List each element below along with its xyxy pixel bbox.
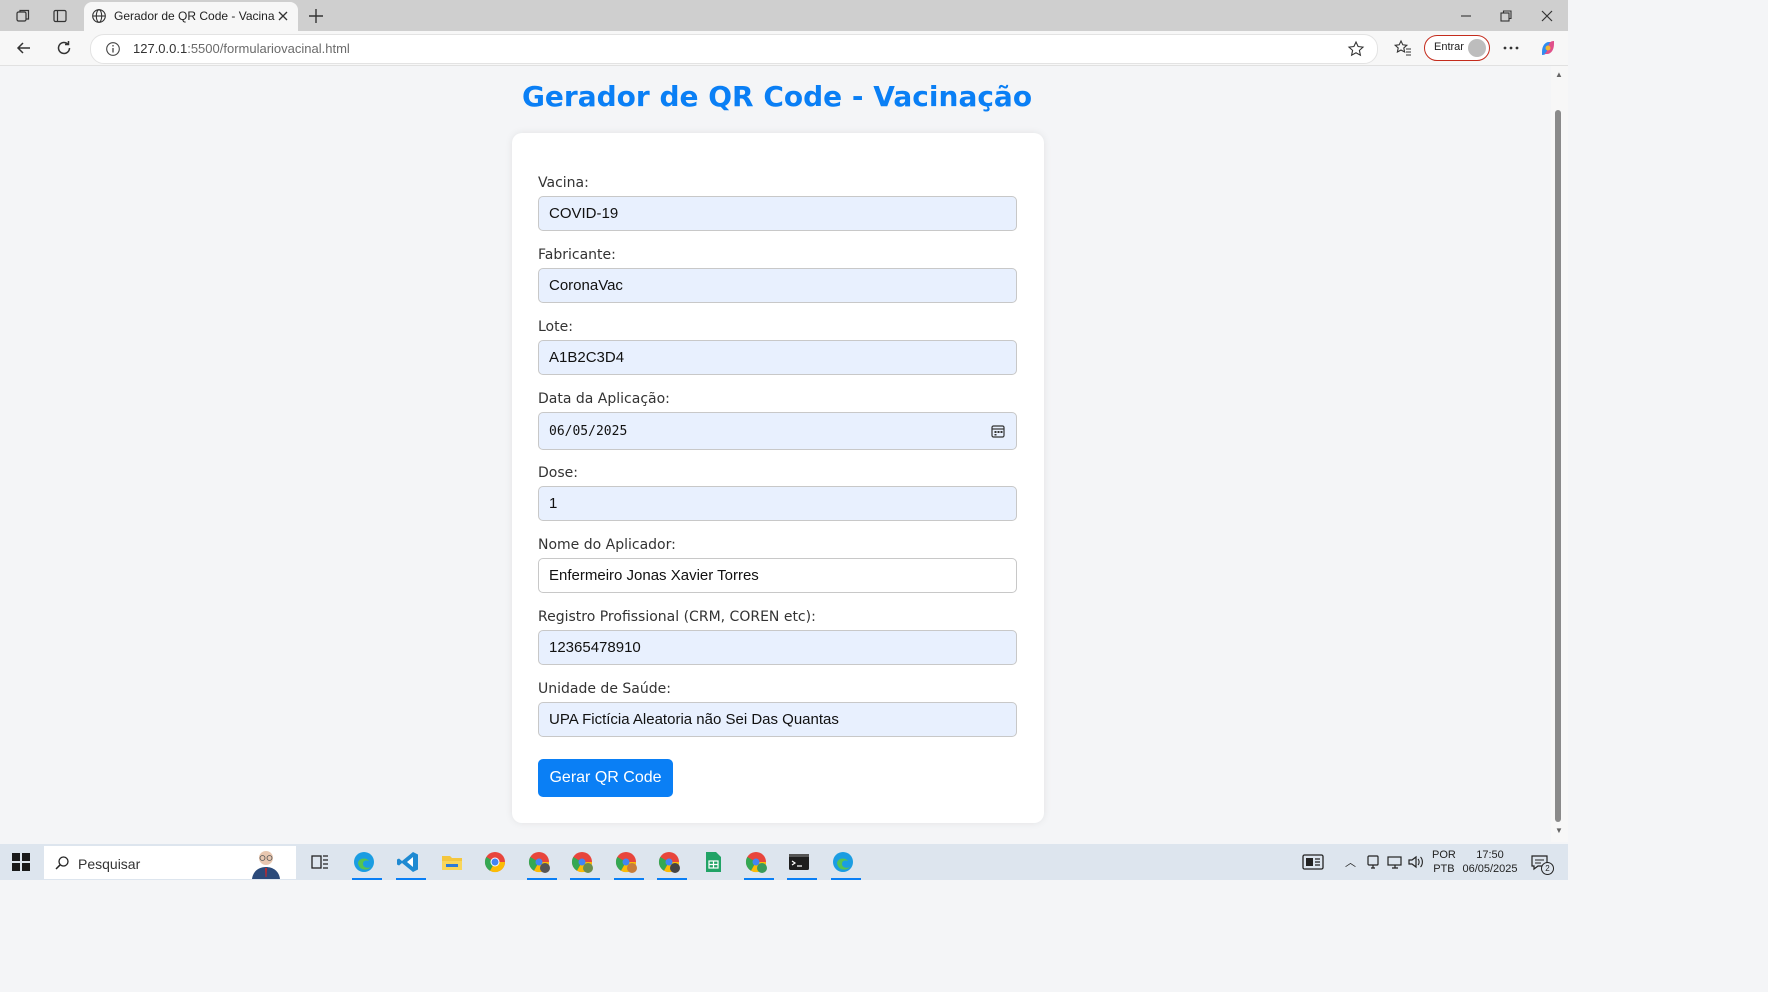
close-tab-icon[interactable] [276,9,290,23]
taskbar-sheets-app[interactable] [701,850,725,874]
clock[interactable]: 17:50 06/05/2025 [1462,848,1518,876]
workspaces-icon[interactable] [13,6,33,26]
unidade-label: Unidade de Saúde: [538,681,671,697]
taskbar-chrome-profile-2-app[interactable] [570,850,600,880]
calendar-icon[interactable] [990,423,1006,439]
fabricante-label: Fabricante: [538,247,616,263]
volume-icon[interactable] [1407,854,1425,870]
reload-icon[interactable] [54,38,74,58]
taskbar-chrome-profile-3-app[interactable] [614,850,644,880]
scrollbar[interactable]: ▲ ▼ [1551,66,1568,842]
taskbar-chrome-profile-1-app[interactable] [527,850,557,880]
copilot-icon[interactable] [1538,38,1558,58]
chrome-profile-icon [658,852,680,873]
tab-actions-icon[interactable] [50,6,70,26]
taskbar-file-explorer-app[interactable] [440,850,464,874]
url-text: 127.0.0.1:5500/formulariovacinal.html [133,41,350,56]
dose-label: Dose: [538,465,578,481]
aplicador-input[interactable] [538,558,1017,593]
lote-label: Lote: [538,319,573,335]
scroll-down-icon[interactable]: ▼ [1555,826,1563,835]
chrome-profile-icon [571,852,593,873]
tab-active[interactable]: Gerador de QR Code - Vacina [84,2,298,31]
scrollbar-thumb[interactable] [1555,110,1561,822]
taskbar-chrome-app[interactable] [483,850,507,874]
aplicador-label: Nome do Aplicador: [538,537,676,553]
taskbar-terminal-app[interactable] [787,850,817,880]
widgets-icon[interactable] [1302,852,1324,872]
language-indicator[interactable]: POR PTB [1432,848,1456,876]
tab-title: Gerador de QR Code - Vacina [114,9,275,23]
vscode-icon [397,852,418,872]
favorite-star-icon[interactable] [1347,40,1365,58]
registro-input[interactable] [538,630,1017,665]
taskbar-search[interactable]: Pesquisar [44,846,296,879]
device-icon[interactable] [1366,854,1380,870]
taskbar: Pesquisar ︿ POR PTB 17:50 06/05/2025 2 [0,844,1568,880]
registro-label: Registro Profissional (CRM, COREN etc): [538,609,816,625]
page-title: Gerador de QR Code - Vacinação [521,80,1033,113]
show-hidden-icons-icon[interactable]: ︿ [1345,854,1356,870]
scroll-up-icon[interactable]: ▲ [1555,70,1563,79]
task-view-icon[interactable] [308,850,332,874]
chrome-profile-icon [528,852,550,873]
data-aplicacao-label: Data da Aplicação: [538,391,670,407]
notifications-button[interactable]: 2 [1530,853,1554,875]
sign-in-button[interactable]: Entrar [1424,35,1490,61]
vaccination-form: Vacina: Fabricante: Lote: Data da Aplica… [512,133,1044,823]
folder-icon [442,856,462,870]
unidade-input[interactable] [538,702,1017,737]
taskbar-vscode-app[interactable] [396,850,426,880]
address-bar-row: 127.0.0.1:5500/formulariovacinal.html En… [0,31,1568,66]
network-icon[interactable] [1386,854,1404,870]
search-icon [55,856,69,870]
terminal-icon [789,854,809,870]
chrome-profile-icon [745,852,767,873]
taskbar-edge-app[interactable] [352,850,382,880]
avatar [1468,39,1486,57]
restore-icon[interactable] [1496,6,1516,26]
gerar-qr-code-button[interactable]: Gerar QR Code [538,759,673,797]
vacina-input[interactable] [538,196,1017,231]
fabricante-input[interactable] [538,268,1017,303]
notification-count-badge: 2 [1541,862,1554,875]
back-icon[interactable] [14,38,34,58]
url-field[interactable]: 127.0.0.1:5500/formulariovacinal.html [90,34,1378,64]
spreadsheet-icon [706,852,721,872]
chrome-profile-icon [615,852,637,873]
dose-input[interactable] [538,486,1017,521]
more-options-icon[interactable] [1501,38,1521,58]
taskbar-chrome-profile-5-app[interactable] [744,850,774,880]
vacina-label: Vacina: [538,175,589,191]
site-info-icon[interactable] [105,41,121,57]
edge-icon [354,852,374,872]
windows-start-icon[interactable] [12,853,30,871]
favorites-icon[interactable] [1393,38,1413,58]
page-viewport: Gerador de QR Code - Vacinação Vacina: F… [4,66,1550,842]
lote-input[interactable] [538,340,1017,375]
browser-tab-bar: Gerador de QR Code - Vacina [0,0,1568,31]
close-window-icon[interactable] [1537,6,1557,26]
taskbar-edge-2-app[interactable] [831,850,861,880]
data-aplicacao-input[interactable] [538,412,1017,450]
taskbar-chrome-profile-4-app[interactable] [657,850,687,880]
minimize-icon[interactable] [1456,6,1476,26]
new-tab-icon[interactable] [306,6,326,26]
chrome-icon [484,852,506,873]
search-highlight-illustration-icon [252,851,280,879]
globe-icon [92,9,106,23]
edge-icon [833,852,853,872]
